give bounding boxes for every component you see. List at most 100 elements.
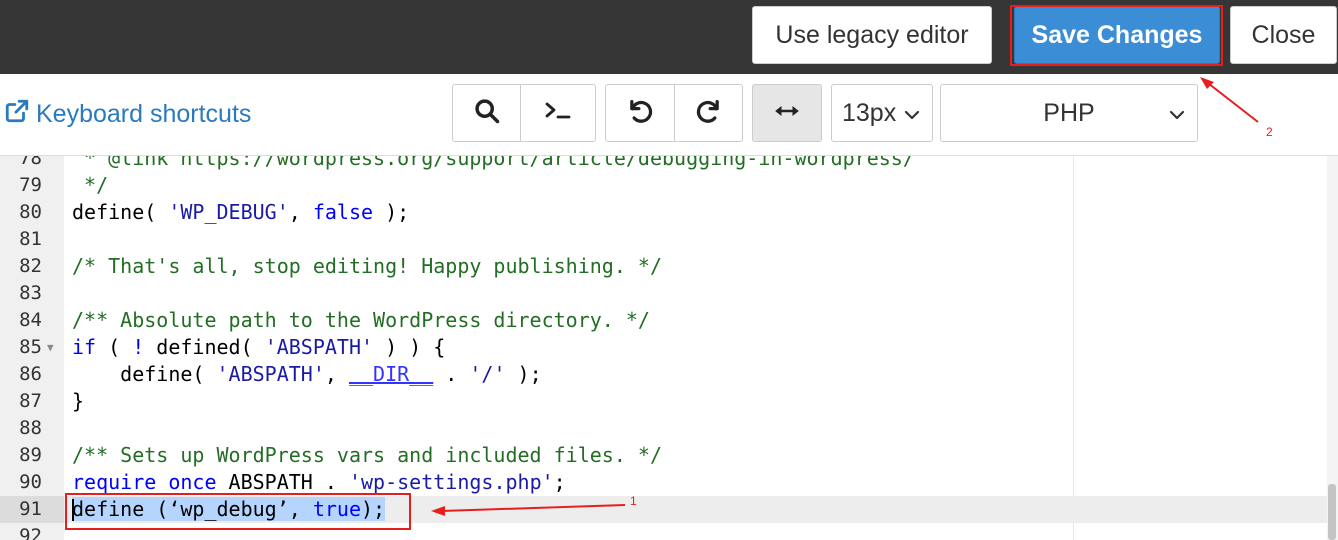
code-token: defined( (144, 335, 265, 359)
code-token: ); (361, 497, 386, 521)
line-number: 80 (19, 201, 42, 223)
line-number: 81 (19, 228, 42, 250)
line-code: define (‘wp_debug’, true); (72, 496, 386, 523)
line-number: 91 (0, 496, 64, 523)
code-token: . (433, 362, 470, 386)
use-legacy-editor-button[interactable]: Use legacy editor (752, 6, 992, 64)
code-line[interactable]: 79 */ (0, 172, 1327, 199)
code-token: '/' (469, 362, 506, 386)
redo-icon (695, 97, 723, 130)
code-token: true (312, 497, 361, 521)
code-token: require_once (72, 470, 217, 494)
undo-button[interactable] (605, 84, 675, 142)
line-code: define( 'WP_DEBUG', false ); (72, 199, 409, 226)
code-token: ) ) { (373, 335, 446, 359)
annotation-number-1: 1 (630, 494, 637, 508)
code-line[interactable]: 84 /** Absolute path to the WordPress dir… (0, 307, 1327, 334)
font-size-value: 13px (842, 98, 897, 127)
language-value: PHP (1043, 98, 1095, 127)
search-button[interactable] (452, 84, 521, 142)
line-number: 84 (19, 309, 42, 331)
code-lines: 78 * @link https://wordpress.org/support… (0, 156, 1327, 540)
code-token: , (288, 200, 313, 224)
code-token: */ (72, 173, 109, 197)
chevron-down-icon (902, 103, 922, 123)
code-token: define (‘wp_debug’, (72, 497, 313, 521)
code-token: false (312, 200, 374, 224)
line-code: require_once ABSPATH . 'wp-settings.php'… (72, 469, 566, 496)
keyboard-shortcuts-link[interactable]: Keyboard shortcuts (4, 98, 251, 131)
code-token: define( (72, 200, 169, 224)
code-token: if (72, 335, 97, 359)
code-line[interactable]: 78 * @link https://wordpress.org/support… (0, 156, 1327, 172)
code-token: ; (553, 470, 566, 494)
line-number: 85 (19, 336, 42, 358)
code-token: ); (373, 200, 410, 224)
line-code: /* That's all, stop editing! Happy publi… (72, 253, 662, 280)
code-token: /** Sets up WordPress vars and included … (72, 443, 663, 467)
redo-button[interactable] (674, 84, 743, 142)
line-code: } (72, 388, 84, 415)
keyboard-shortcuts-label: Keyboard shortcuts (36, 100, 252, 128)
code-token: } (72, 389, 85, 413)
wrap-toggle-button[interactable] (752, 84, 822, 142)
code-line[interactable]: 90 require_once ABSPATH . 'wp-settings.ph… (0, 469, 1327, 496)
line-number: 86 (19, 363, 42, 385)
terminal-button[interactable] (520, 84, 596, 142)
code-line[interactable]: 80 define( 'WP_DEBUG', false ); (0, 199, 1327, 226)
code-line[interactable]: 92 (0, 523, 1327, 540)
wrap-icon (773, 97, 801, 130)
terminal-icon (544, 97, 572, 130)
line-code: * @link https://wordpress.org/support/ar… (72, 156, 915, 172)
editor-toolbar: Keyboard shortcuts 13px PHP (0, 74, 1338, 156)
scrollbar-thumb[interactable] (1328, 484, 1336, 540)
code-token: 'ABSPATH' (264, 335, 374, 359)
line-code: define( 'ABSPATH', __DIR__ . '/' ); (72, 361, 542, 388)
code-token: 'WP_DEBUG' (168, 200, 289, 224)
code-token: /** Absolute path to the WordPress direc… (72, 308, 650, 332)
code-line[interactable]: 86 define( 'ABSPATH', __DIR__ . '/' ); (0, 361, 1327, 388)
code-token: /* That's all, stop editing! Happy publi… (72, 254, 663, 278)
save-changes-button[interactable]: Save Changes (1014, 6, 1220, 64)
code-line[interactable]: 82 /* That's all, stop editing! Happy pub… (0, 253, 1327, 280)
code-token: 'wp-settings.php' (348, 470, 554, 494)
line-code: if ( ! defined( 'ABSPATH' ) ) { (72, 334, 445, 361)
code-line[interactable]: 83 (0, 280, 1327, 307)
code-token: * @link https://wordpress.org/support/ar… (72, 156, 915, 170)
vertical-scrollbar[interactable] (1327, 156, 1338, 540)
code-token: ! (132, 335, 145, 359)
font-size-select[interactable]: 13px (831, 84, 933, 142)
line-number: 82 (19, 255, 42, 277)
code-line[interactable]: 89 /** Sets up WordPress vars and include… (0, 442, 1327, 469)
line-code: */ (72, 172, 108, 199)
text-cursor (72, 499, 74, 521)
code-token: 'ABSPATH' (216, 362, 325, 386)
search-icon (473, 97, 501, 130)
code-line[interactable]: 87} (0, 388, 1327, 415)
line-code: /** Sets up WordPress vars and included … (72, 442, 662, 469)
line-number: 90 (19, 471, 42, 493)
code-line[interactable]: 91 define (‘wp_debug’, true); (0, 496, 1327, 523)
code-token: ABSPATH . (216, 470, 349, 494)
fold-toggle-icon[interactable]: ▼ (47, 334, 54, 361)
code-token: ); (505, 362, 542, 386)
language-select[interactable]: PHP (940, 84, 1198, 142)
line-number: 79 (19, 174, 42, 196)
close-button[interactable]: Close (1230, 6, 1337, 64)
line-number: 78 (19, 156, 42, 169)
external-link-icon (4, 98, 30, 131)
line-number: 89 (19, 444, 42, 466)
code-token: ( (96, 335, 133, 359)
code-token: , (324, 362, 349, 386)
code-line[interactable]: 88 (0, 415, 1327, 442)
code-token: __DIR__ (348, 362, 434, 386)
line-number: 88 (19, 417, 42, 439)
code-line[interactable]: 81 (0, 226, 1327, 253)
code-editor[interactable]: 78 * @link https://wordpress.org/support… (0, 156, 1338, 540)
annotation-number-2: 2 (1266, 125, 1273, 139)
line-number: 83 (19, 282, 42, 304)
chevron-down-icon (1167, 103, 1187, 123)
undo-icon (626, 97, 654, 130)
line-number: 87 (19, 390, 42, 412)
code-line[interactable]: 85 ▼ if ( ! defined( 'ABSPATH' ) ) { (0, 334, 1327, 361)
